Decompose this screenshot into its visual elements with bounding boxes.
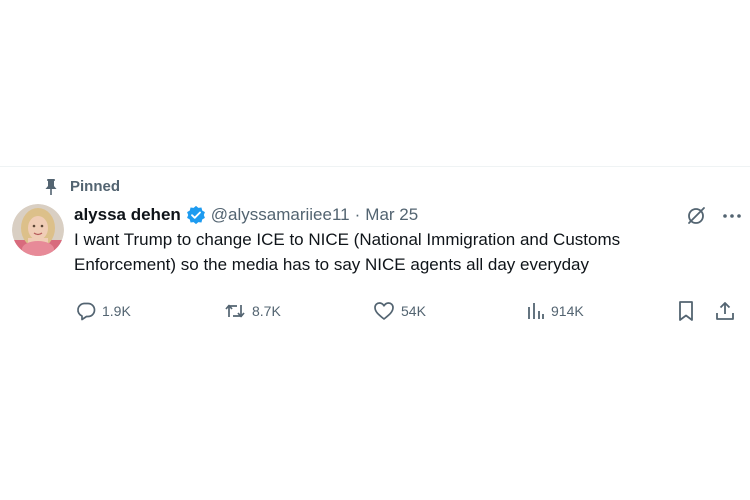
bookmark-icon: [676, 300, 696, 322]
tweet-actions: 1.9K 8.7K 54K 914K: [76, 299, 740, 323]
user-handle[interactable]: @alyssamariiee11: [211, 203, 350, 227]
tweet-header: alyssa dehen @alyssamariiee11 · Mar 25: [74, 203, 741, 227]
repost-icon: [224, 301, 246, 321]
tweet-header-actions: [682, 204, 746, 228]
bookmark-button[interactable]: [676, 299, 696, 323]
separator-dot: ·: [354, 205, 361, 224]
display-name[interactable]: alyssa dehen: [74, 203, 181, 227]
tweet-date[interactable]: Mar 25: [365, 203, 418, 227]
pinned-label: Pinned: [70, 178, 121, 195]
reply-icon: [76, 301, 96, 321]
like-button[interactable]: 54K: [373, 299, 426, 323]
share-button[interactable]: [714, 299, 736, 323]
reply-count: 1.9K: [102, 303, 131, 319]
avatar[interactable]: [12, 204, 64, 256]
grok-icon[interactable]: [682, 204, 710, 228]
views-count: 914K: [551, 303, 584, 319]
pin-icon: [44, 178, 58, 195]
more-icon[interactable]: [718, 204, 746, 228]
tweet-content: alyssa dehen @alyssamariiee11 · Mar 25 I…: [74, 203, 741, 277]
views-button[interactable]: 914K: [525, 299, 584, 323]
verified-badge-icon[interactable]: [186, 205, 206, 225]
like-count: 54K: [401, 303, 426, 319]
reply-button[interactable]: 1.9K: [76, 299, 131, 323]
tweet-text: I want Trump to change ICE to NICE (Nati…: [74, 230, 621, 274]
heart-icon: [373, 301, 395, 321]
views-icon: [525, 301, 545, 321]
pinned-indicator: Pinned: [44, 178, 120, 195]
repost-count: 8.7K: [252, 303, 281, 319]
share-icon: [714, 300, 736, 322]
page: Pinned alyssa dehen @alyssamariiee11 · M…: [0, 0, 750, 500]
repost-button[interactable]: 8.7K: [224, 299, 281, 323]
pinned-tweet[interactable]: Pinned alyssa dehen @alyssamariiee11 · M…: [0, 167, 750, 337]
